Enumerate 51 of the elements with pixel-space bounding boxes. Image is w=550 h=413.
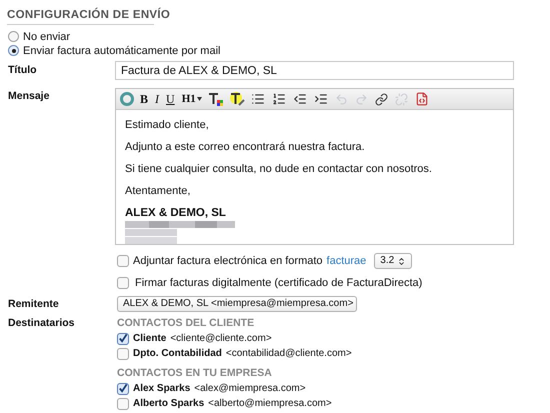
radio-button[interactable] [8,45,19,56]
checkbox[interactable] [117,255,129,267]
checkbox[interactable] [117,277,129,289]
contact-email: <cliente@cliente.com> [170,332,272,346]
source-code-icon[interactable] [414,92,429,106]
outdent-icon[interactable] [292,92,307,106]
field-label: Remitente [8,298,59,310]
message-paragraph: Si tiene cualquier consulta, no dude en contactar con nosotros. [125,163,433,176]
radio-label: Enviar factura automáticamente por mail [23,44,220,58]
caret-icon [196,97,202,101]
highlight-icon[interactable] [228,91,245,107]
radio-label: No enviar [23,30,70,44]
updown-icon [397,256,406,266]
section-title: CONFIGURACIÓN DE ENVÍO [7,9,170,21]
underline-button[interactable]: U [163,90,178,108]
group-heading: CONTACTOS DEL CLIENTE [117,316,256,330]
option-label: Firmar facturas digitalmente (certificado de FacturaDirecta) [135,276,422,290]
message-paragraph: Estimado cliente, [125,119,210,132]
signature-name: ALEX & DEMO, SL [125,207,227,220]
contact-name: Alex Sparks [133,382,190,396]
facturae-link[interactable]: facturae [326,254,366,268]
checkbox[interactable] [117,382,129,394]
contact-name: Alberto Sparks [133,396,204,410]
sender-select[interactable]: ALEX & DEMO, SL <miempresa@miempresa.com> [117,296,357,312]
field-label: Destinatarios [8,317,75,329]
field-label: Título [8,64,37,76]
contact-name: Cliente [133,332,166,346]
bullet-list-icon[interactable] [250,92,265,106]
ring-icon[interactable] [120,92,134,106]
checkbox[interactable] [117,332,129,344]
message-paragraph: Adjunto a este correo encontrará nuestra factura. [125,141,366,154]
title-field[interactable]: Factura de ALEX & DEMO, SL [115,61,514,80]
italic-button[interactable]: I [152,90,162,108]
checkbox[interactable] [117,398,129,410]
field-label: Mensaje [8,90,50,102]
message-paragraph: Atentamente, [125,185,192,198]
radio-button[interactable] [8,31,19,42]
contact-email: <alberto@miempresa.com> [208,396,332,410]
link-icon[interactable] [374,92,388,106]
indent-icon[interactable] [314,92,328,106]
text-color-icon[interactable] [208,91,224,107]
bold-button[interactable]: B [137,90,152,108]
contact-name: Dpto. Contabilidad [133,346,222,360]
heading-button[interactable]: H1 [178,90,205,108]
checkbox[interactable] [117,348,129,360]
numbered-list-icon[interactable] [272,92,286,106]
group-heading: CONTACTOS EN TU EMPRESA [117,366,273,380]
contact-email: <contabilidad@cliente.com> [226,346,352,360]
option-label: Adjuntar factura electrónica en formato [133,254,323,268]
version-select[interactable]: 3.2 [374,253,412,269]
contact-email: <alex@miempresa.com> [194,382,306,396]
